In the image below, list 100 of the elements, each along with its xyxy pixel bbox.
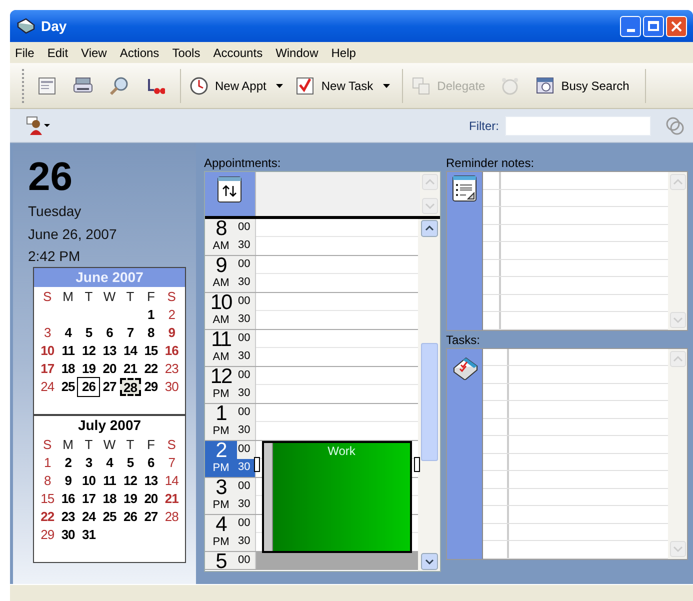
calendar-day[interactable]: 19 bbox=[120, 490, 141, 508]
menu-item[interactable]: Actions bbox=[120, 44, 160, 62]
toolbar-button[interactable]: Busy Search bbox=[531, 70, 634, 100]
minute-label[interactable]: 00 bbox=[237, 219, 255, 237]
calendar-day[interactable]: 4 bbox=[99, 454, 120, 472]
calendar-day[interactable]: 11 bbox=[99, 472, 120, 490]
minute-label[interactable]: 30 bbox=[237, 311, 255, 329]
minute-label[interactable]: 00 bbox=[237, 478, 255, 496]
minute-label[interactable]: 30 bbox=[237, 385, 255, 403]
minute-label[interactable]: 00 bbox=[237, 367, 255, 385]
filter-icon[interactable] bbox=[665, 116, 685, 136]
calendar-day[interactable]: 30 bbox=[58, 526, 78, 544]
minute-label[interactable]: 30 bbox=[237, 459, 255, 477]
calendar-day[interactable]: 2 bbox=[58, 454, 78, 472]
calendar-day[interactable]: 7 bbox=[161, 454, 182, 472]
minute-label[interactable]: 30 bbox=[237, 422, 255, 440]
resize-handle[interactable] bbox=[254, 457, 260, 472]
calendar-day[interactable]: 26 bbox=[120, 508, 141, 526]
minute-label[interactable]: 00 bbox=[237, 552, 255, 569]
calendar-day[interactable]: 2 bbox=[161, 306, 182, 324]
minimize-button[interactable] bbox=[620, 16, 641, 36]
calendar-day[interactable]: 10 bbox=[37, 342, 58, 360]
calendar-day[interactable]: 1 bbox=[37, 454, 58, 472]
minute-label[interactable]: 00 bbox=[237, 330, 255, 348]
calendar-day[interactable]: 22 bbox=[37, 508, 58, 526]
calendar-day[interactable]: 22 bbox=[140, 360, 162, 378]
dropdown-caret-icon[interactable] bbox=[383, 84, 390, 88]
maximize-button[interactable] bbox=[643, 16, 664, 36]
hour-cell[interactable]: 3 PM bbox=[205, 478, 237, 514]
calendar-day[interactable]: 1 bbox=[140, 306, 162, 324]
calendar-day[interactable]: 25 bbox=[99, 508, 120, 526]
calendar-day[interactable]: 23 bbox=[58, 508, 78, 526]
minute-label[interactable]: 00 bbox=[237, 441, 255, 459]
calendar-day[interactable]: 12 bbox=[120, 472, 141, 490]
off-hours-slot[interactable] bbox=[256, 552, 418, 569]
resize-handle[interactable] bbox=[414, 457, 420, 472]
minute-label[interactable]: 30 bbox=[237, 533, 255, 551]
calendar-day[interactable]: 17 bbox=[37, 360, 58, 378]
calendar-day[interactable]: 21 bbox=[161, 490, 182, 508]
calendar-day[interactable]: 8 bbox=[140, 324, 162, 342]
calendar-day[interactable]: 8 bbox=[37, 472, 58, 490]
calendar-day[interactable]: 14 bbox=[161, 472, 182, 490]
hour-cell[interactable]: 12 PM bbox=[205, 367, 237, 403]
calendar-day[interactable]: 6 bbox=[140, 454, 162, 472]
minute-label[interactable]: 00 bbox=[237, 515, 255, 533]
calendar-day[interactable]: 28 bbox=[161, 508, 182, 526]
menu-item[interactable]: Accounts bbox=[213, 44, 263, 62]
calendar-day[interactable]: 27 bbox=[140, 508, 162, 526]
calendar-day[interactable]: 15 bbox=[37, 490, 58, 508]
minute-label[interactable]: 00 bbox=[237, 293, 255, 311]
calendar-day[interactable]: 15 bbox=[140, 342, 162, 360]
filter-field[interactable] bbox=[505, 116, 651, 136]
minute-label[interactable]: 30 bbox=[237, 237, 255, 255]
scroll-down-icon[interactable] bbox=[420, 553, 438, 570]
minute-label[interactable]: 30 bbox=[237, 496, 255, 514]
person-icon[interactable] bbox=[26, 116, 50, 136]
calendar-day[interactable]: 28 bbox=[120, 378, 141, 396]
calendar-day[interactable]: 5 bbox=[120, 454, 141, 472]
menu-item[interactable]: Window bbox=[276, 44, 318, 62]
menu-item[interactable]: Help bbox=[331, 44, 356, 62]
hour-cell[interactable]: 11 AM bbox=[205, 330, 237, 366]
calendar-day[interactable]: 12 bbox=[78, 342, 100, 360]
calendar-day[interactable]: 17 bbox=[78, 490, 100, 508]
calendar-day[interactable]: 27 bbox=[99, 378, 120, 396]
sort-icon[interactable] bbox=[217, 176, 243, 204]
calendar-day[interactable]: 16 bbox=[58, 490, 78, 508]
calendar-day[interactable]: 14 bbox=[120, 342, 141, 360]
calendar-day[interactable]: 13 bbox=[99, 342, 120, 360]
menu-item[interactable]: Edit bbox=[47, 44, 68, 62]
minute-label[interactable]: 30 bbox=[237, 348, 255, 366]
menu-item[interactable]: View bbox=[81, 44, 107, 62]
calendar-day[interactable]: 21 bbox=[120, 360, 141, 378]
hour-cell[interactable]: 5 bbox=[205, 552, 237, 569]
menu-item[interactable]: Tools bbox=[172, 44, 200, 62]
scroll-thumb[interactable] bbox=[420, 343, 438, 461]
close-button[interactable] bbox=[666, 16, 687, 36]
calendar-day[interactable]: 24 bbox=[37, 378, 58, 396]
minute-label[interactable]: 00 bbox=[237, 256, 255, 274]
dropdown-caret-icon[interactable] bbox=[276, 84, 284, 88]
calendar-day[interactable]: 24 bbox=[78, 508, 100, 526]
toolbar-button[interactable]: New Appt bbox=[185, 70, 270, 100]
calendar-day[interactable]: 3 bbox=[78, 454, 100, 472]
calendar-day[interactable]: 31 bbox=[78, 526, 100, 544]
calendar-day[interactable]: 10 bbox=[78, 472, 100, 490]
calendar-day[interactable]: 11 bbox=[58, 342, 78, 360]
calendar-day[interactable]: 30 bbox=[161, 378, 182, 396]
calendar-day[interactable]: 4 bbox=[58, 324, 78, 342]
calendar-day[interactable]: 18 bbox=[99, 490, 120, 508]
calendar-day[interactable]: 18 bbox=[58, 360, 78, 378]
calendar-day[interactable]: 5 bbox=[78, 324, 100, 342]
calendar-day[interactable]: 9 bbox=[161, 324, 182, 342]
minute-label[interactable]: 30 bbox=[237, 274, 255, 292]
calendar-day[interactable]: 23 bbox=[161, 360, 182, 378]
minute-label[interactable]: 00 bbox=[237, 404, 255, 422]
calendar-day[interactable]: 3 bbox=[37, 324, 58, 342]
calendar-day[interactable]: 20 bbox=[140, 490, 162, 508]
hour-cell[interactable]: 2 PM bbox=[205, 441, 237, 477]
calendar-day[interactable]: 7 bbox=[120, 324, 141, 342]
calendar-day[interactable]: 9 bbox=[58, 472, 78, 490]
calendar-day[interactable]: 13 bbox=[140, 472, 162, 490]
